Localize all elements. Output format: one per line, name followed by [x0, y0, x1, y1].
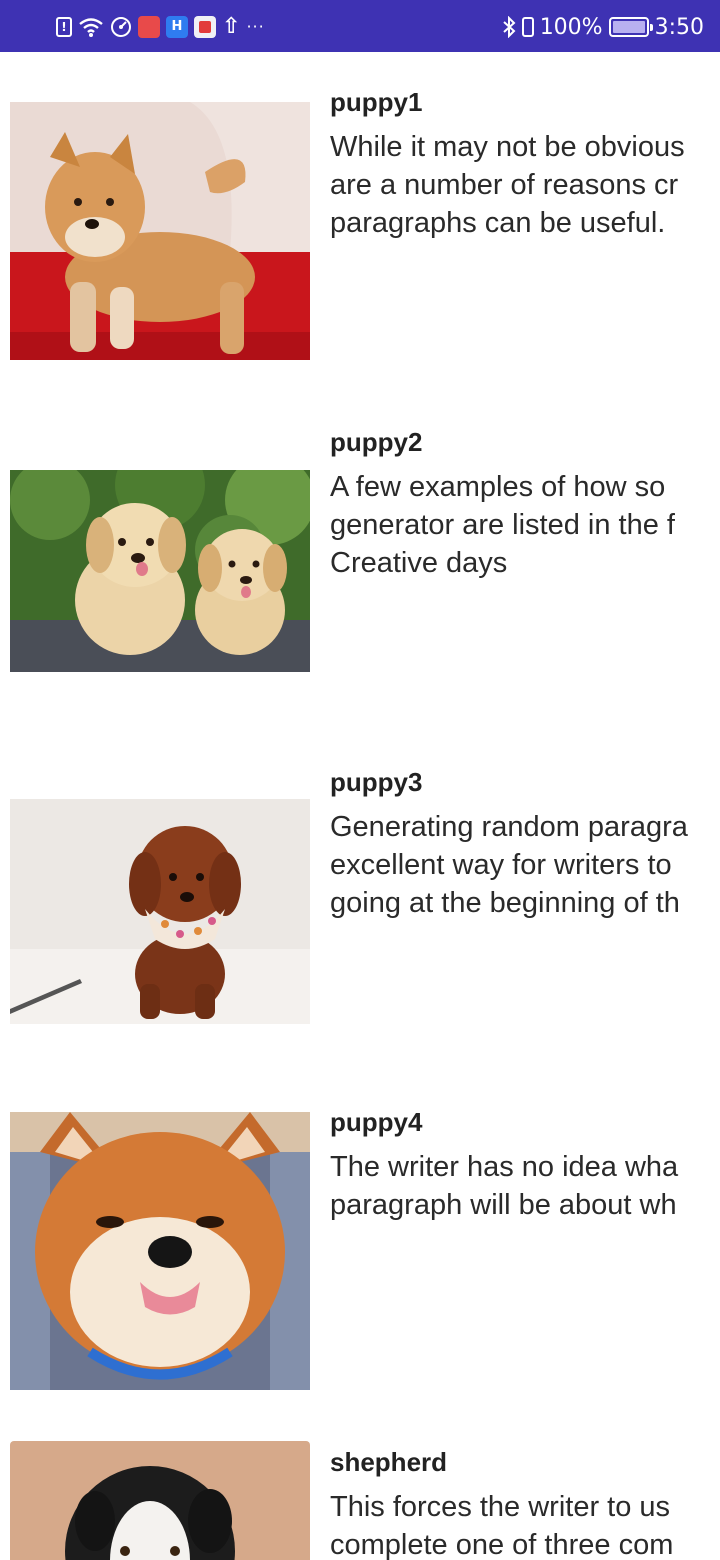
item-description: While it may not be obvious are a number… — [330, 131, 685, 239]
golden-puppies-image — [10, 470, 310, 672]
list-item[interactable]: shepherd This forces the writer to us co… — [0, 1412, 720, 1560]
book-app-icon — [194, 16, 216, 38]
list-item[interactable]: puppy1 While it may not be obvious are a… — [0, 52, 720, 392]
upload-icon: ⇧ — [222, 14, 241, 39]
puppy-image — [10, 470, 310, 672]
item-description: A few examples of how so generator are l… — [330, 471, 675, 579]
list-item[interactable]: puppy4 The writer has no idea wha paragr… — [0, 1072, 720, 1412]
puppy-list[interactable]: puppy1 While it may not be obvious are a… — [0, 52, 720, 1560]
huawei-app-icon — [138, 16, 160, 38]
status-right-icons: 100% 3:50 — [502, 12, 704, 42]
item-title: puppy2 — [330, 427, 423, 457]
item-title: puppy3 — [330, 767, 423, 797]
h-app-icon: H — [166, 16, 188, 38]
shiba-face-image — [10, 1112, 310, 1390]
poodle-puppy-image — [10, 799, 310, 1024]
wifi-icon — [78, 16, 104, 38]
sim-alert-icon: ! — [56, 17, 72, 37]
shepherd-puppy-image — [10, 1441, 310, 1560]
puppy-image — [10, 1441, 310, 1560]
puppy-image — [10, 799, 310, 1024]
puppy-image — [10, 102, 310, 360]
item-description: This forces the writer to us complete on… — [330, 1491, 674, 1560]
item-description: The writer has no idea wha paragraph wil… — [330, 1151, 679, 1221]
status-bar: ! H ⇧ ··· 100% 3:50 — [0, 0, 720, 52]
item-title: shepherd — [330, 1447, 448, 1477]
battery-icon — [608, 17, 653, 37]
hotspot-icon — [110, 16, 132, 38]
vibrate-icon — [521, 17, 534, 37]
list-item[interactable]: puppy3 Generating random paragra excelle… — [0, 732, 720, 1072]
status-left-icons: ! H ⇧ ··· — [56, 12, 265, 42]
bluetooth-icon — [502, 15, 516, 39]
list-item[interactable]: puppy2 A few examples of how so generato… — [0, 392, 720, 732]
more-icon: ··· — [246, 17, 265, 36]
item-title: puppy1 — [330, 87, 423, 117]
clock: 3:50 — [654, 14, 704, 40]
shiba-puppy-image — [10, 102, 310, 360]
item-title: puppy4 — [330, 1107, 423, 1137]
puppy-image — [10, 1112, 310, 1390]
item-description: Generating random paragra excellent way … — [330, 811, 688, 919]
battery-percent: 100% — [539, 14, 603, 40]
